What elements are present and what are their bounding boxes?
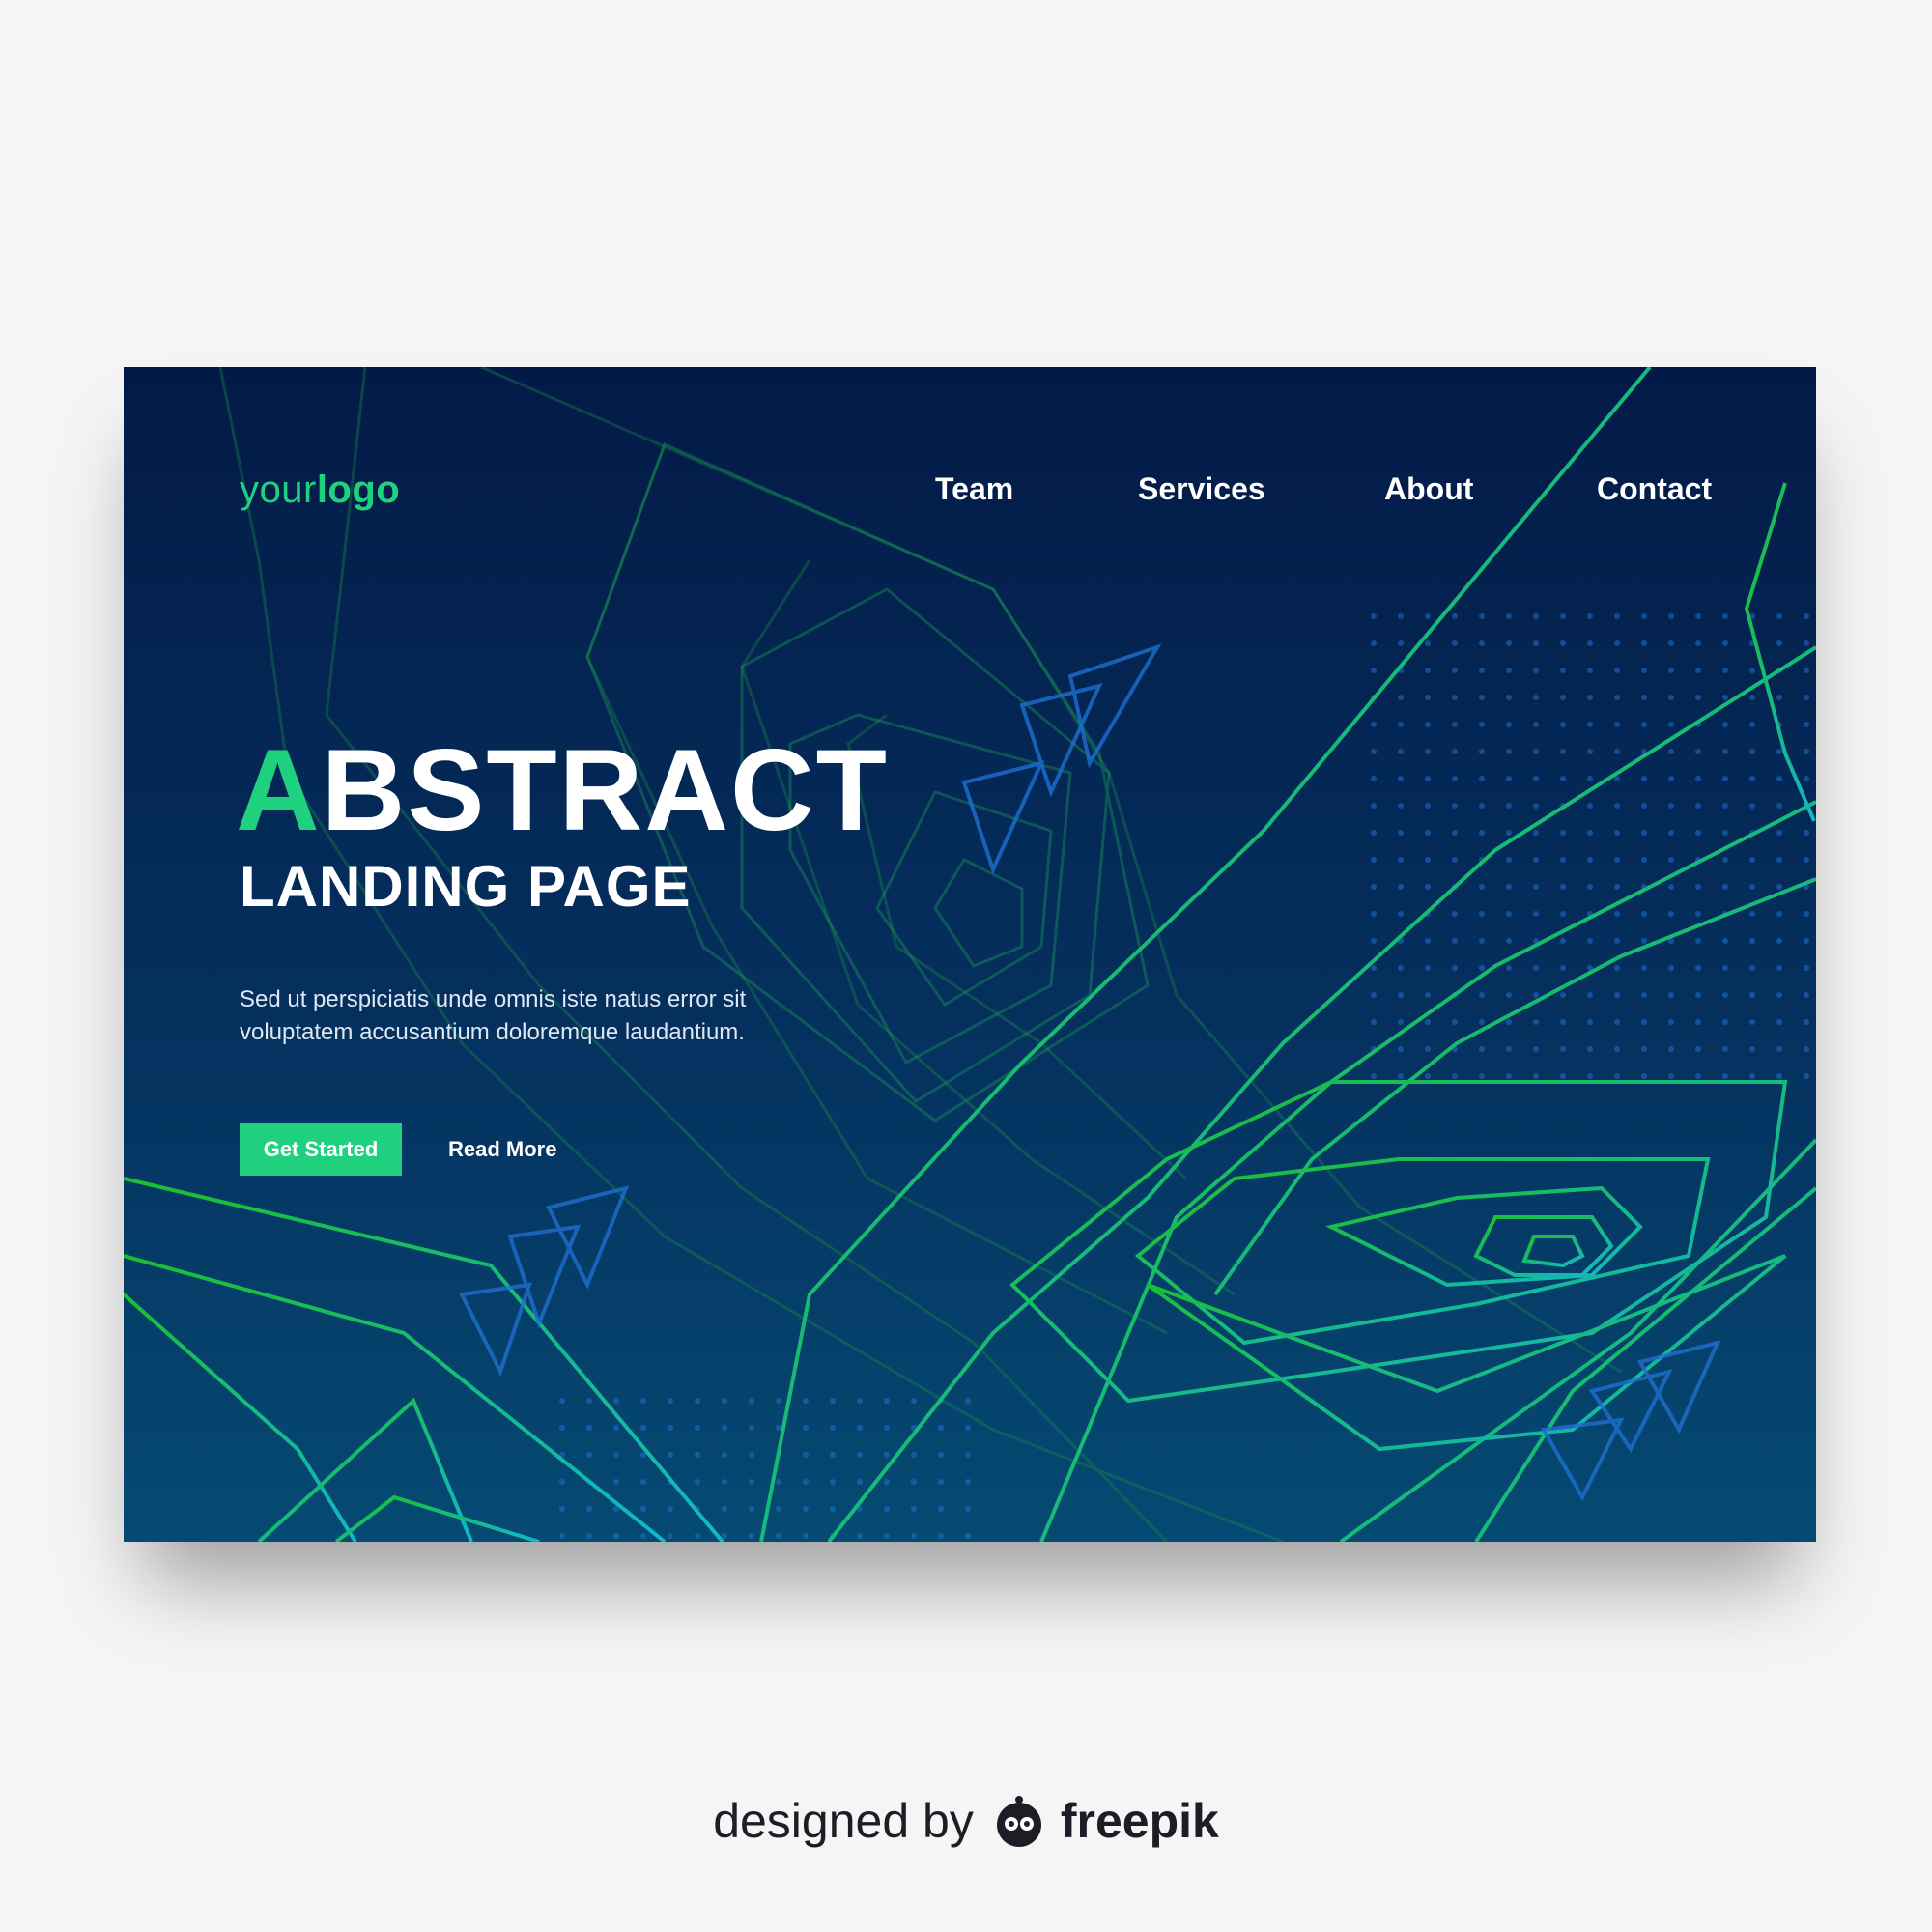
hero-title-accent: A (236, 725, 322, 855)
get-started-button[interactable]: Get Started (240, 1123, 402, 1176)
hero-title-rest: BSTRACT (321, 725, 889, 855)
nav-link-team[interactable]: Team (935, 471, 1013, 507)
credit-brand: freepik (1060, 1794, 1219, 1848)
nav-link-about[interactable]: About (1384, 471, 1473, 507)
main-navigation: Team Services About Contact (124, 471, 1816, 520)
landing-page-card: yourlogo Team Services About Contact ABS… (124, 367, 1816, 1542)
hero-title: ABSTRACT (236, 732, 889, 848)
freepik-mascot-icon (996, 1796, 1041, 1847)
designer-credit: designed by freepik (0, 1787, 1932, 1855)
hero-subtitle: LANDING PAGE (240, 854, 692, 919)
nav-link-services[interactable]: Services (1138, 471, 1265, 507)
credit-prefix: designed by (713, 1794, 974, 1848)
abstract-background-graphic (124, 367, 1816, 1542)
nav-link-contact[interactable]: Contact (1597, 471, 1712, 507)
hero-description: Sed ut perspiciatis unde omnis iste natu… (240, 986, 747, 1045)
read-more-link[interactable]: Read More (448, 1123, 556, 1176)
